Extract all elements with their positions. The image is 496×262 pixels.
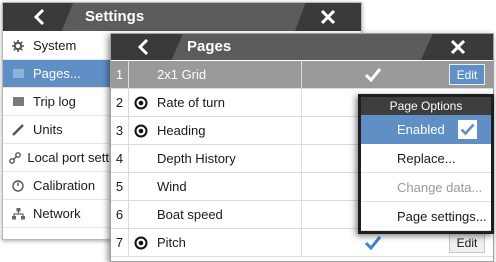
menu-item-label: Pages... [33,66,81,81]
close-icon [451,40,465,54]
pages-back-button[interactable] [111,34,183,60]
chevron-left-icon [137,39,149,55]
menu-item-trip-log[interactable]: Trip log [3,88,113,116]
page-name: Wind [157,179,187,194]
option-label: Change data... [397,179,483,195]
target-icon [129,89,153,116]
page-number: 2 [111,89,129,116]
pages-title: Pages [187,38,232,55]
page-name: Boat speed [157,207,223,222]
close-icon [321,10,335,24]
pages-icon [3,69,33,78]
enabled-checkbox[interactable] [364,67,382,83]
page-row[interactable]: 1 2x1 Grid Edit [111,61,493,89]
menu-item-calibration[interactable]: Calibration [3,172,113,200]
settings-close-button[interactable] [295,3,361,31]
settings-menu: System Pages... Trip log Units Local por… [3,32,113,228]
pages-titlebar: Pages [111,34,493,60]
option-enabled[interactable]: Enabled [361,115,491,144]
page-name: Depth History [157,151,236,166]
option-label: Page settings... [397,208,487,224]
gear-icon [3,39,33,52]
menu-item-local-port-settings[interactable]: Local port settings [3,144,113,172]
option-change-data: Change data... [361,173,491,202]
menu-item-pages[interactable]: Pages... [3,60,113,88]
settings-titlebar: Settings [3,3,361,31]
page-number: 3 [111,117,129,144]
page-name: Pitch [157,235,186,250]
trip-log-icon [3,97,33,106]
pages-close-button[interactable] [421,34,493,60]
page-number: 7 [111,229,129,256]
checkmark-icon [460,123,475,136]
enabled-toggle[interactable] [458,120,477,139]
menu-item-label: Calibration [33,178,96,193]
edit-button[interactable]: Edit [449,232,485,253]
menu-item-label: Local port settings [27,150,113,165]
menu-item-label: Trip log [33,94,76,109]
chevron-left-icon [33,9,45,25]
settings-back-button[interactable] [3,3,73,31]
option-page-settings[interactable]: Page settings... [361,202,491,231]
page-number: 4 [111,145,129,172]
menu-item-system[interactable]: System [3,32,113,60]
page-name: 2x1 Grid [157,67,207,82]
edit-button[interactable]: Edit [449,64,485,85]
option-label: Enabled [397,122,445,137]
option-label: Replace... [397,150,456,166]
calibration-icon [3,179,33,192]
menu-item-network[interactable]: Network [3,200,113,228]
target-icon [129,117,153,144]
local-port-icon [3,151,27,164]
option-replace[interactable]: Replace... [361,144,491,173]
menu-item-units[interactable]: Units [3,116,113,144]
menu-item-label: Network [33,206,81,221]
menu-item-label: Units [33,122,63,137]
page-name: Heading [157,123,206,138]
target-icon [129,229,153,256]
menu-item-label: System [33,38,77,53]
page-name: Rate of turn [157,95,225,110]
network-icon [3,207,33,220]
page-options-menu: Page Options Enabled Replace... Change d… [358,94,494,234]
enabled-checkbox[interactable] [364,235,382,251]
units-icon [3,123,33,136]
page-number: 5 [111,173,129,200]
settings-title: Settings [85,8,145,25]
page-options-title: Page Options [361,97,491,115]
page-number: 6 [111,201,129,228]
page-number: 1 [111,61,129,88]
